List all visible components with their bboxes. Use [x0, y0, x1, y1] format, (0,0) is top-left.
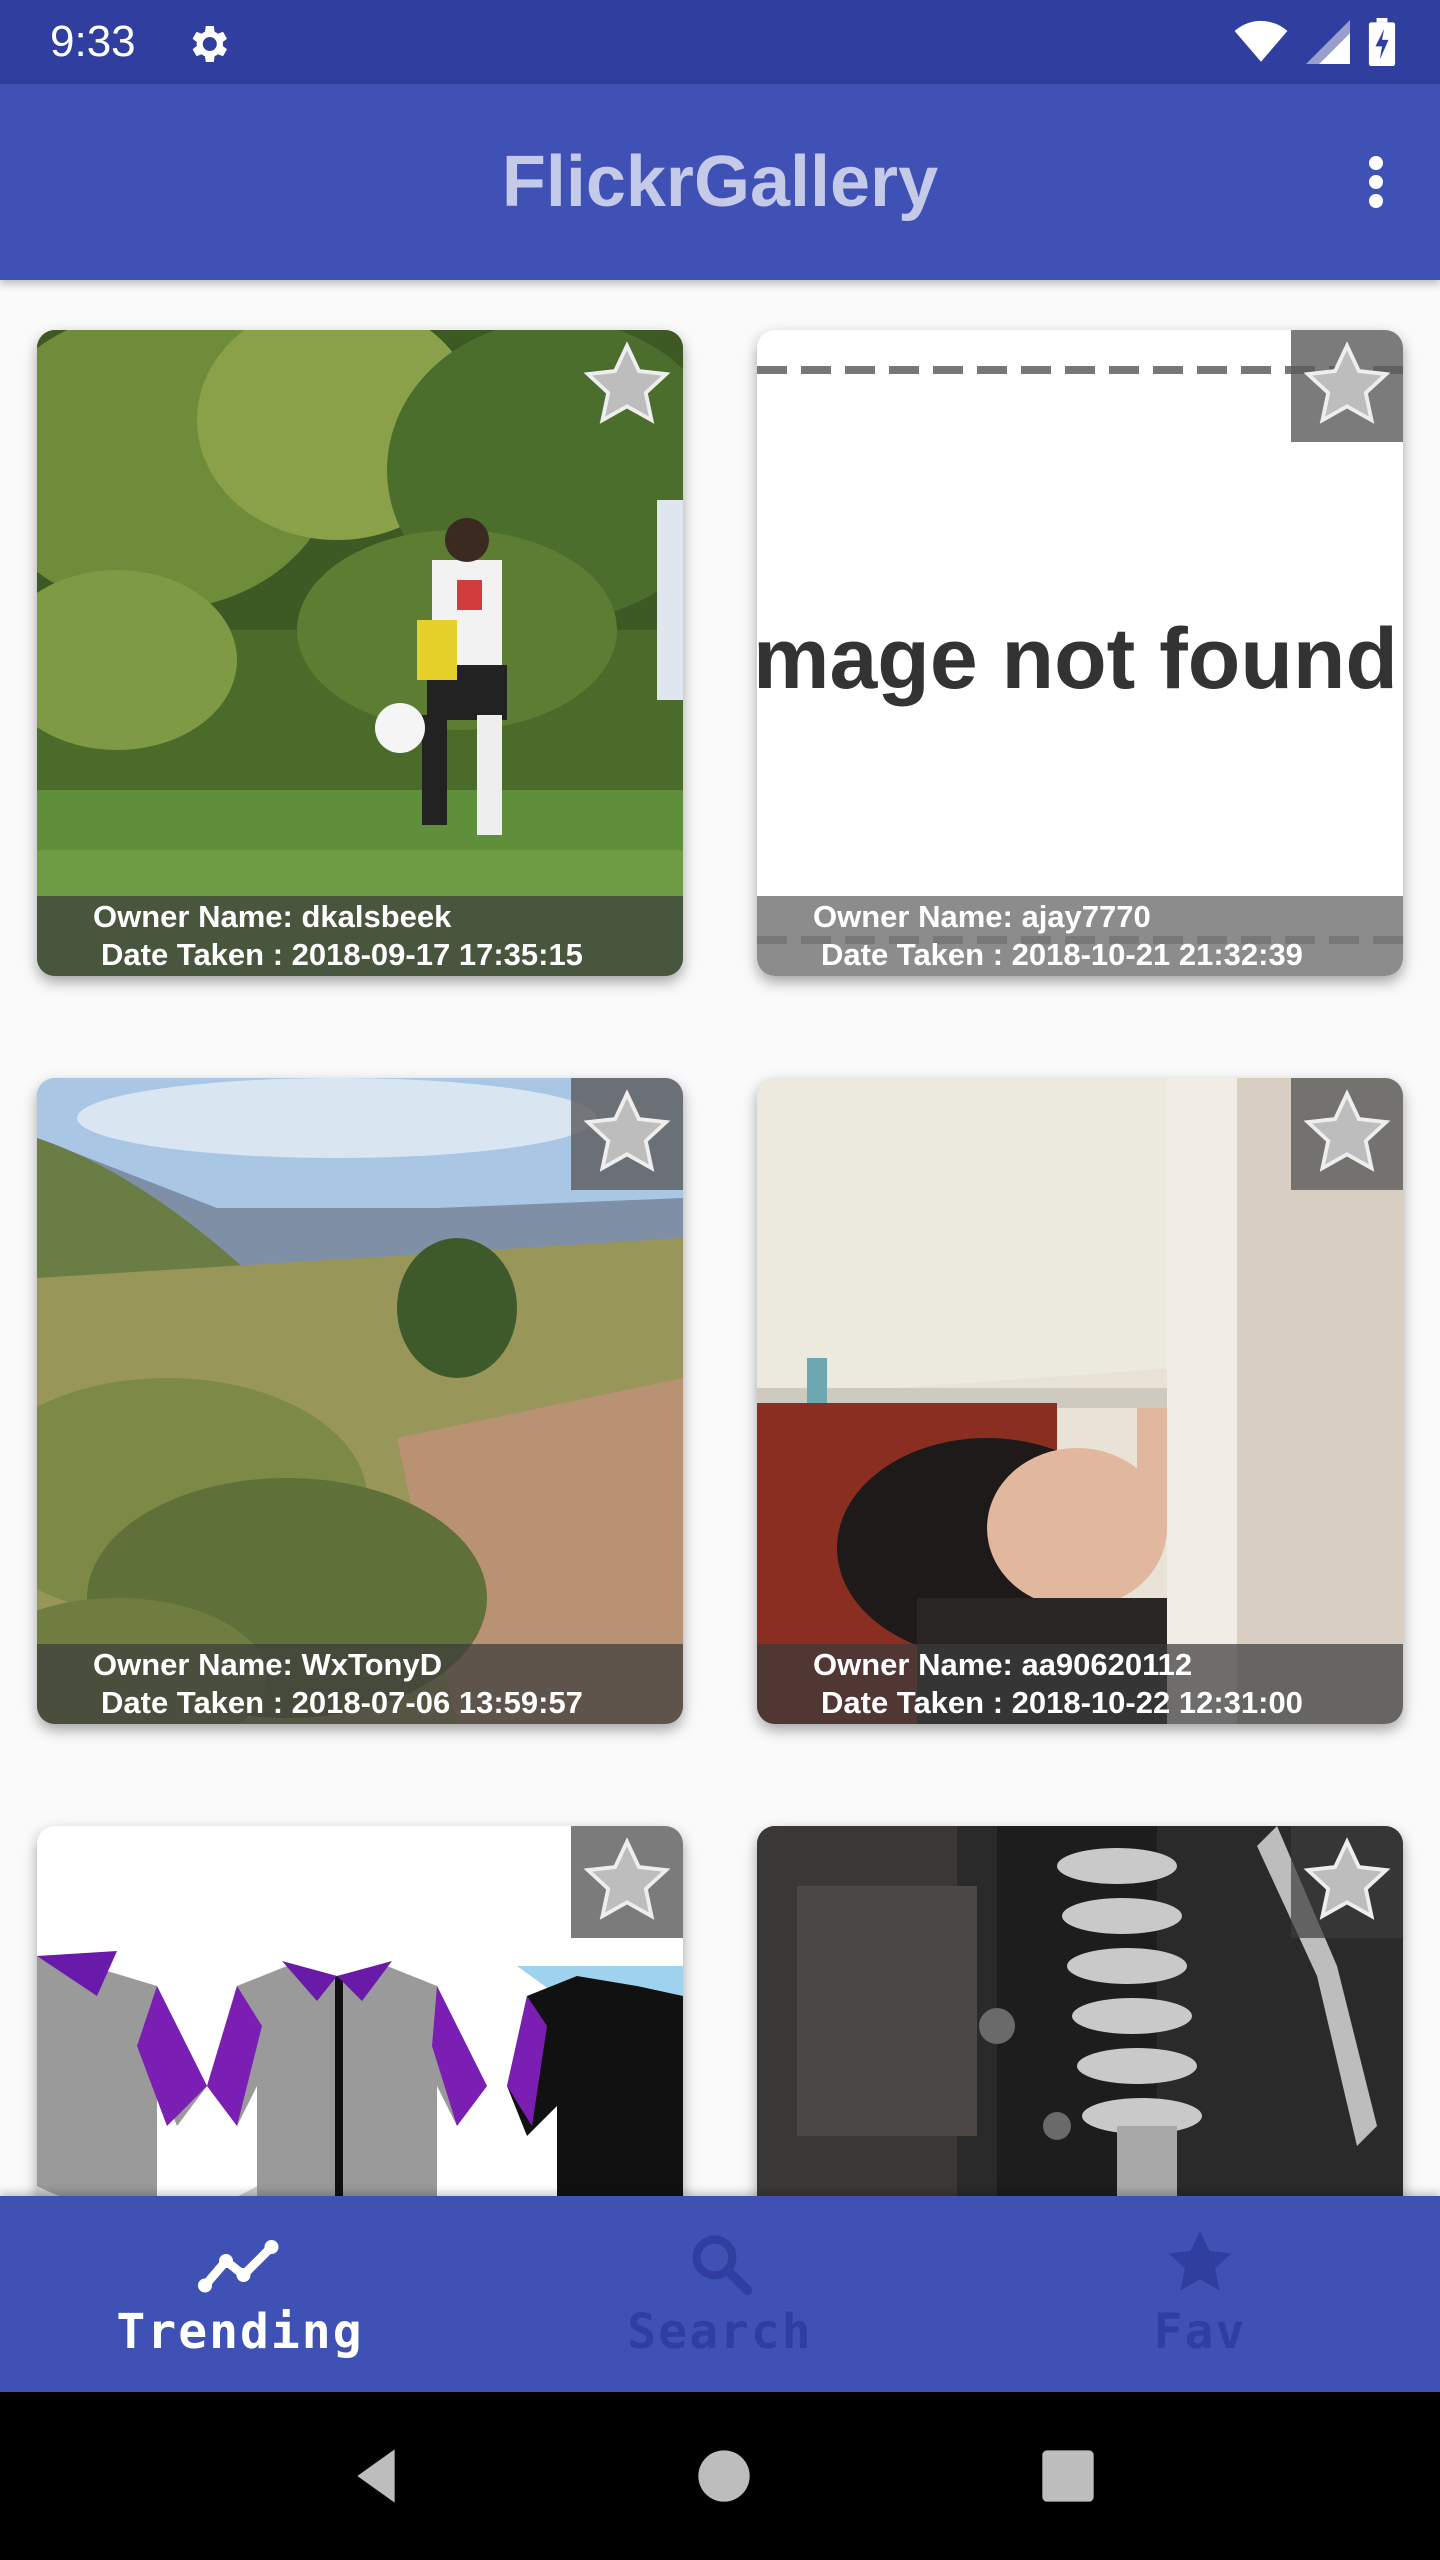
photo-card[interactable]: Owner Name: aa90620112 Date Taken : 2018… [757, 1078, 1403, 1724]
favorite-button[interactable] [571, 330, 683, 442]
favorite-button[interactable] [1291, 330, 1403, 442]
app-bar: FlickrGallery [0, 84, 1440, 280]
favorite-button[interactable] [1291, 1826, 1403, 1938]
owner-name: Owner Name: WxTonyD [93, 1647, 443, 1682]
nav-label-search: Search [627, 2304, 813, 2360]
nav-label-trending: Trending [116, 2304, 364, 2360]
photo-caption: Owner Name: ajay7770 Date Taken : 2018-1… [757, 896, 1403, 976]
star-icon [583, 1089, 671, 1172]
photo-caption: Owner Name: aa90620112 Date Taken : 2018… [757, 1644, 1403, 1724]
battery-icon [1368, 18, 1396, 66]
favorite-button[interactable] [571, 1826, 683, 1938]
nav-item-trending[interactable]: Trending [0, 2196, 480, 2392]
photo-card[interactable] [757, 1826, 1403, 2196]
nav-label-fav: Fav [1153, 2304, 1247, 2360]
star-icon [583, 341, 671, 424]
star-icon [1303, 1089, 1391, 1172]
star-icon [1168, 2230, 1232, 2291]
owner-name: Owner Name: aa90620112 [813, 1647, 1193, 1682]
nav-item-search[interactable]: Search [480, 2196, 960, 2392]
photo-card[interactable]: mage not found Owner Name: ajay7770 Date… [757, 330, 1403, 976]
photo-card[interactable]: Owner Name: WxTonyD Date Taken : 2018-07… [37, 1078, 683, 1724]
back-icon[interactable] [344, 2444, 408, 2508]
favorite-button[interactable] [571, 1078, 683, 1190]
status-time: 9:33 [50, 17, 136, 66]
owner-name: Owner Name: ajay7770 [813, 899, 1151, 934]
date-taken: Date Taken : 2018-10-22 12:31:00 [821, 1685, 1303, 1720]
recents-icon[interactable] [1040, 2448, 1096, 2504]
date-taken: Date Taken : 2018-10-21 21:32:39 [821, 937, 1303, 972]
wifi-icon [1234, 20, 1288, 62]
photo-caption: Owner Name: WxTonyD Date Taken : 2018-07… [37, 1644, 683, 1724]
app-title: FlickrGallery [501, 142, 939, 222]
star-icon [583, 1837, 671, 1920]
favorite-button[interactable] [1291, 1078, 1403, 1190]
status-bar: 9:33 [0, 0, 1440, 84]
photo-grid[interactable]: Owner Name: dkalsbeek Date Taken : 2018-… [0, 280, 1440, 2196]
date-taken: Date Taken : 2018-07-06 13:59:57 [101, 1685, 583, 1720]
date-taken: Date Taken : 2018-09-17 17:35:15 [101, 937, 583, 972]
trending-icon [198, 2240, 279, 2293]
more-vert-icon[interactable] [1352, 150, 1400, 214]
owner-name: Owner Name: dkalsbeek [93, 899, 452, 934]
signal-icon [1306, 20, 1350, 64]
system-navigation-bar [0, 2392, 1440, 2560]
photo-caption: Owner Name: dkalsbeek Date Taken : 2018-… [37, 896, 683, 976]
bottom-navigation: Trending Search Fav [0, 2196, 1440, 2392]
home-icon[interactable] [696, 2448, 752, 2504]
photo-card[interactable]: Owner Name: dkalsbeek Date Taken : 2018-… [37, 330, 683, 976]
star-icon [1303, 341, 1391, 424]
star-icon [1303, 1837, 1391, 1920]
gear-icon [192, 26, 227, 62]
search-icon [692, 2235, 753, 2296]
photo-card[interactable] [37, 1826, 683, 2196]
image-text: mage not found [757, 611, 1398, 707]
nav-item-fav[interactable]: Fav [960, 2196, 1440, 2392]
